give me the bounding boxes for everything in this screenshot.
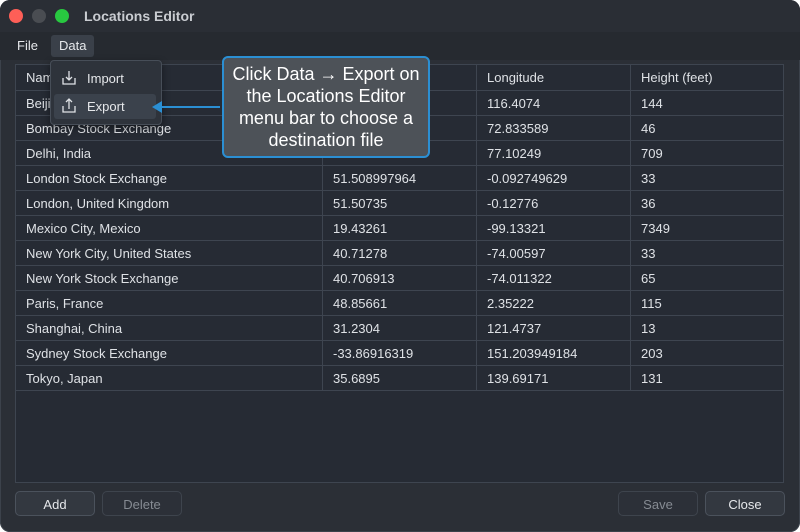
cell-latitude[interactable]: 19.43261 — [323, 216, 477, 240]
cell-latitude[interactable]: 35.6895 — [323, 366, 477, 390]
close-window-button[interactable] — [9, 9, 23, 23]
callout-arrow-head — [152, 101, 162, 113]
cell-latitude[interactable]: 40.706913 — [323, 266, 477, 290]
cell-height[interactable]: 144 — [631, 91, 783, 115]
cell-longitude[interactable]: 116.4074 — [477, 91, 631, 115]
table-row[interactable]: London, United Kingdom 51.50735 -0.12776 36 — [16, 191, 783, 216]
minimize-window-button[interactable] — [32, 9, 46, 23]
cell-height[interactable]: 65 — [631, 266, 783, 290]
export-icon — [62, 98, 76, 113]
cell-height[interactable]: 33 — [631, 241, 783, 265]
table-row[interactable]: Paris, France 48.85661 2.35222 115 — [16, 291, 783, 316]
cell-latitude[interactable]: 31.2304 — [323, 316, 477, 340]
close-button[interactable]: Close — [705, 491, 785, 516]
import-icon — [62, 71, 76, 85]
cell-name[interactable]: London, United Kingdom — [16, 191, 323, 215]
menu-item-import[interactable]: Import — [54, 66, 156, 91]
cell-name[interactable]: Shanghai, China — [16, 316, 323, 340]
cell-longitude[interactable]: -74.011322 — [477, 266, 631, 290]
table-row[interactable]: Shanghai, China 31.2304 121.4737 13 — [16, 316, 783, 341]
table-row[interactable]: New York Stock Exchange 40.706913 -74.0113… — [16, 266, 783, 291]
zoom-window-button[interactable] — [55, 9, 69, 23]
menu-item-export-label: Export — [87, 99, 125, 114]
cell-longitude[interactable]: 151.203949184 — [477, 341, 631, 365]
cell-height[interactable]: 7349 — [631, 216, 783, 240]
cell-height[interactable]: 709 — [631, 141, 783, 165]
cell-latitude[interactable]: 40.71278 — [323, 241, 477, 265]
data-menu-dropdown: Import Export — [50, 60, 162, 125]
window-title: Locations Editor — [84, 8, 195, 24]
cell-latitude[interactable]: 48.85661 — [323, 291, 477, 315]
cell-longitude[interactable]: -0.092749629 — [477, 166, 631, 190]
cell-height[interactable]: 203 — [631, 341, 783, 365]
cell-name[interactable]: New York City, United States — [16, 241, 323, 265]
cell-height[interactable]: 33 — [631, 166, 783, 190]
locations-editor-window: Locations Editor File Data Name Latitude… — [0, 0, 800, 532]
cell-height[interactable]: 115 — [631, 291, 783, 315]
cell-name[interactable]: New York Stock Exchange — [16, 266, 323, 290]
cell-name[interactable]: Tokyo, Japan — [16, 366, 323, 390]
cell-height[interactable]: 46 — [631, 116, 783, 140]
cell-longitude[interactable]: 2.35222 — [477, 291, 631, 315]
cell-longitude[interactable]: 72.833589 — [477, 116, 631, 140]
table-row[interactable]: Sydney Stock Exchange -33.86916319 151.203… — [16, 341, 783, 366]
instruction-callout: Click Data → Export on the Locations Edi… — [222, 56, 430, 158]
cell-name[interactable]: Sydney Stock Exchange — [16, 341, 323, 365]
cell-longitude[interactable]: 139.69171 — [477, 366, 631, 390]
menu-file[interactable]: File — [9, 35, 46, 57]
table-row[interactable]: London Stock Exchange 51.508997964 -0.0927… — [16, 166, 783, 191]
menu-item-import-label: Import — [87, 71, 124, 86]
cell-name[interactable]: London Stock Exchange — [16, 166, 323, 190]
table-row[interactable]: Tokyo, Japan 35.6895 139.69171 131 — [16, 366, 783, 391]
cell-latitude[interactable]: 51.50735 — [323, 191, 477, 215]
cell-longitude[interactable]: 121.4737 — [477, 316, 631, 340]
menu-item-export[interactable]: Export — [54, 94, 156, 119]
cell-latitude[interactable]: 51.508997964 — [323, 166, 477, 190]
table-row[interactable]: Mexico City, Mexico 19.43261 -99.13321 7349 — [16, 216, 783, 241]
cell-longitude[interactable]: -74.00597 — [477, 241, 631, 265]
menu-data[interactable]: Data — [51, 35, 95, 57]
save-button[interactable]: Save — [618, 491, 698, 516]
cell-latitude[interactable]: -33.86916319 — [323, 341, 477, 365]
table-row[interactable]: New York City, United States 40.71278 -74.… — [16, 241, 783, 266]
delete-button[interactable]: Delete — [102, 491, 182, 516]
cell-name[interactable]: Paris, France — [16, 291, 323, 315]
column-header-height[interactable]: Height (feet) — [631, 65, 783, 90]
cell-longitude[interactable]: -99.13321 — [477, 216, 631, 240]
add-button[interactable]: Add — [15, 491, 95, 516]
cell-name[interactable]: Mexico City, Mexico — [16, 216, 323, 240]
cell-longitude[interactable]: 77.10249 — [477, 141, 631, 165]
column-header-longitude[interactable]: Longitude — [477, 65, 631, 90]
cell-longitude[interactable]: -0.12776 — [477, 191, 631, 215]
cell-height[interactable]: 36 — [631, 191, 783, 215]
cell-height[interactable]: 131 — [631, 366, 783, 390]
callout-arrow — [160, 106, 220, 108]
title-bar: Locations Editor — [0, 0, 800, 32]
cell-height[interactable]: 13 — [631, 316, 783, 340]
